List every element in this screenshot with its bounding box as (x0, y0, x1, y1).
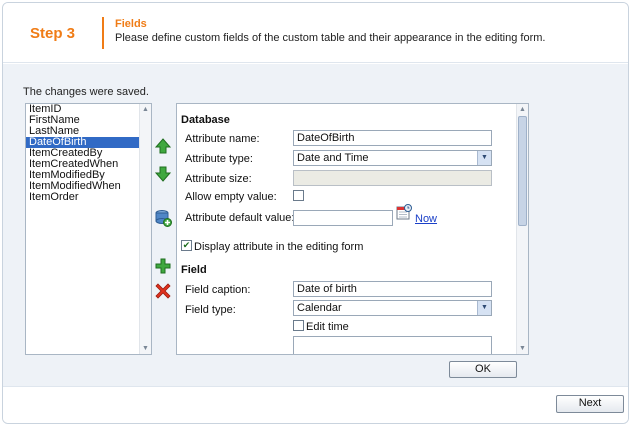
allow-empty-label: Allow empty value: (185, 191, 277, 203)
field-extra-input[interactable] (293, 336, 492, 354)
display-in-form-label: Display attribute in the editing form (194, 241, 364, 253)
wizard-window: Step 3 Fields Please define custom field… (2, 2, 629, 424)
attribute-type-label: Attribute type: (185, 153, 253, 165)
attribute-list-scrollbar[interactable]: ▲ ▼ (139, 104, 151, 354)
edit-time-label: Edit time (306, 321, 349, 333)
step-description: Please define custom fields of the custo… (115, 32, 546, 44)
attribute-type-value: Date and Time (297, 152, 369, 164)
ok-button[interactable]: OK (449, 361, 517, 378)
edit-time-checkbox[interactable] (293, 320, 304, 331)
wizard-content: The changes were saved. ItemID FirstName L… (3, 64, 628, 386)
field-type-label: Field type: (185, 304, 236, 316)
move-down-icon[interactable] (154, 165, 172, 183)
database-section-title: Database (181, 114, 230, 126)
add-field-icon[interactable] (154, 257, 172, 275)
now-link[interactable]: Now (415, 213, 437, 225)
field-type-select[interactable]: Calendar ▼ (293, 300, 492, 316)
scroll-up-icon[interactable]: ▲ (517, 104, 528, 115)
delete-field-icon[interactable] (154, 282, 172, 300)
scroll-down-icon[interactable]: ▼ (517, 343, 528, 354)
chevron-down-icon[interactable]: ▼ (477, 301, 491, 315)
step-title: Fields (115, 18, 147, 30)
scroll-up-icon[interactable]: ▲ (140, 104, 151, 115)
attribute-size-input (293, 170, 492, 186)
display-in-form-checkbox[interactable]: ✔ (181, 240, 192, 251)
field-properties-panel: Database Attribute name: DateOfBirth Att… (176, 103, 529, 355)
field-type-value: Calendar (297, 302, 342, 314)
next-button[interactable]: Next (556, 395, 624, 413)
attribute-listbox[interactable]: ItemID FirstName LastName DateOfBirth ItemCr… (25, 103, 152, 355)
panel-scrollbar[interactable]: ▲ ▼ (516, 104, 528, 354)
default-value-input[interactable] (293, 210, 393, 226)
step-separator (102, 17, 104, 49)
move-up-icon[interactable] (154, 137, 172, 155)
field-caption-input[interactable]: Date of birth (293, 281, 492, 297)
status-message: The changes were saved. (23, 86, 149, 98)
scroll-down-icon[interactable]: ▼ (140, 343, 151, 354)
calendar-icon[interactable] (396, 204, 412, 220)
attribute-list-items: ItemID FirstName LastName DateOfBirth ItemCr… (26, 104, 151, 203)
attribute-name-input[interactable]: DateOfBirth (293, 130, 492, 146)
list-item[interactable]: ItemOrder (26, 192, 151, 203)
new-field-from-db-icon[interactable] (154, 209, 172, 227)
wizard-footer: Next (3, 386, 628, 423)
allow-empty-checkbox[interactable] (293, 190, 304, 201)
scroll-thumb[interactable] (518, 116, 527, 226)
step-label: Step 3 (30, 25, 76, 42)
chevron-down-icon[interactable]: ▼ (477, 151, 491, 165)
field-caption-label: Field caption: (185, 284, 251, 296)
wizard-header: Step 3 Fields Please define custom field… (3, 3, 628, 63)
default-value-label: Attribute default value: (185, 212, 295, 224)
field-section-title: Field (181, 264, 207, 276)
attribute-size-label: Attribute size: (185, 173, 252, 185)
attribute-name-label: Attribute name: (185, 133, 260, 145)
attribute-type-select[interactable]: Date and Time ▼ (293, 150, 492, 166)
